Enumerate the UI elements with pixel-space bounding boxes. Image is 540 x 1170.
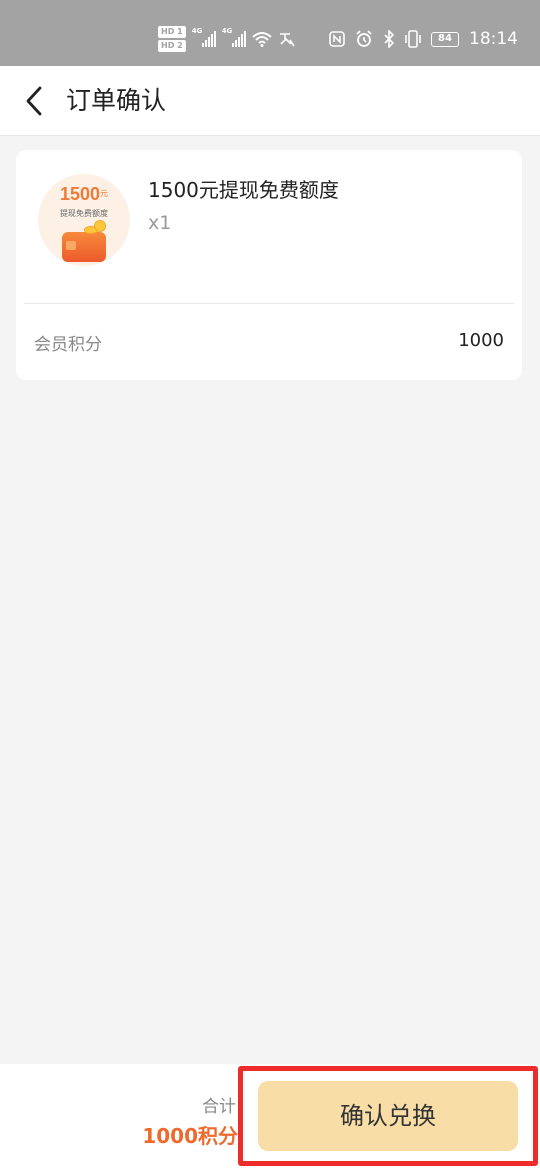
network-type-2: 4G (221, 27, 233, 35)
total-value: 1000积分 (142, 1124, 238, 1148)
status-left: HD 1 HD 2 4G 4G (158, 22, 296, 56)
nfc-icon (329, 31, 345, 47)
back-arrow-icon[interactable] (18, 84, 52, 118)
thumb-amount: 1500元 (38, 184, 130, 205)
order-card: 1500元 提现免费额度 1500元提现免费额度 x1 会员积分 1000 (16, 150, 522, 380)
nav-header: 订单确认 (0, 66, 540, 136)
page-title: 订单确认 (66, 86, 167, 115)
product-name: 1500元提现免费额度 (148, 178, 339, 202)
coin-icon (94, 220, 106, 232)
wifi-icon (252, 32, 272, 47)
status-right: 84 18:14 (329, 24, 518, 54)
hd-badge-2: HD 2 (158, 40, 186, 52)
wallet-icon (62, 232, 106, 262)
bluetooth-icon (384, 30, 395, 48)
signal-icon: 4G (192, 27, 216, 47)
points-label: 会员积分 (34, 335, 102, 355)
hd-badges: HD 1 HD 2 (158, 26, 186, 52)
clock: 18:14 (469, 29, 518, 49)
alarm-icon (356, 30, 372, 47)
thumb-amount-number: 1500 (59, 184, 101, 204)
confirm-exchange-button[interactable]: 确认兑换 (258, 1081, 518, 1151)
status-bar: HD 1 HD 2 4G 4G 84 18:14 (0, 0, 540, 66)
thumb-caption: 提现免费额度 (60, 209, 108, 218)
data-saver-icon (279, 33, 295, 47)
product-quantity: x1 (148, 212, 172, 234)
signal-icon-2: 4G (222, 27, 246, 47)
network-type-1: 4G (191, 27, 203, 35)
card-divider (24, 303, 514, 304)
hd-badge-1: HD 1 (158, 26, 186, 38)
points-value: 1000 (458, 330, 504, 351)
battery-icon: 84 (431, 31, 459, 47)
thumb-amount-unit: 元 (100, 189, 109, 198)
total-label: 合计 (202, 1097, 236, 1117)
product-thumbnail: 1500元 提现免费额度 (38, 174, 130, 266)
vibrate-icon (405, 30, 421, 48)
